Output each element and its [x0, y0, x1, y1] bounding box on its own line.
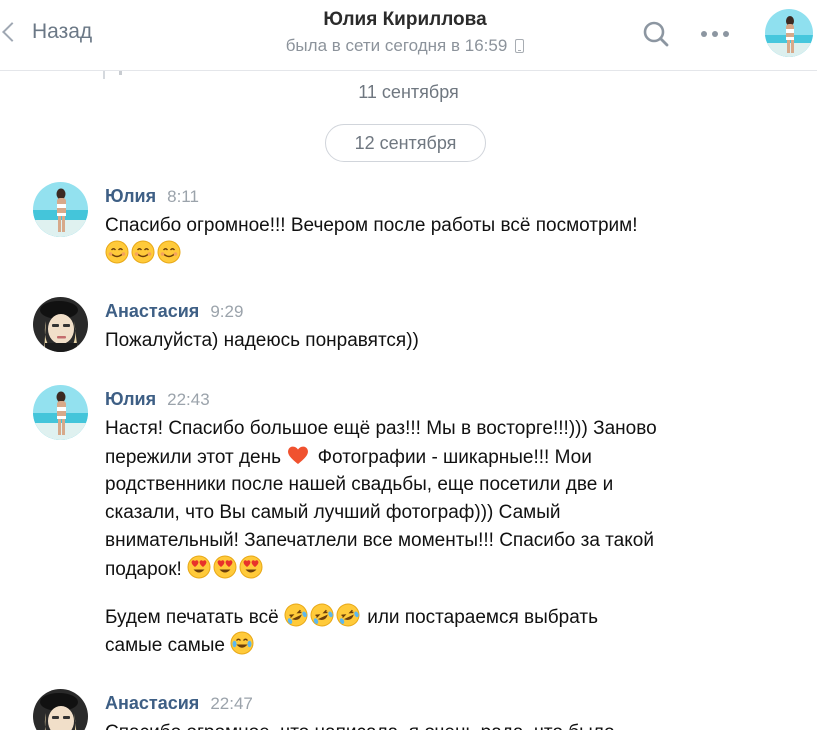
author-name[interactable]: Анастасия	[105, 301, 199, 322]
message-line-part: или постараемся выбрать	[367, 607, 599, 628]
author-name[interactable]: Анастасия	[105, 693, 199, 714]
message-line-part: Фотографии - шикарные!!! Мои	[317, 447, 592, 468]
heart-eyes-emoji	[213, 555, 237, 579]
message-line: сказали, что Вы самый лучший фотограф)))…	[105, 502, 561, 523]
message-line: родственники после нашей свадьбы, еще по…	[105, 474, 614, 495]
search-icon	[643, 21, 669, 47]
heart-eyes-emoji	[239, 555, 263, 579]
message-line: внимательный! Запечатлели все моменты!!!…	[105, 530, 654, 551]
message-header: Анастасия 22:47	[105, 693, 253, 714]
rofl-emoji	[336, 603, 360, 627]
avatar-yulia[interactable]	[33, 182, 88, 237]
back-label: Назад	[32, 20, 93, 43]
date-separator-previous: 11 сентября	[358, 82, 459, 102]
message-line: Спасибо огромное, что написала, я очень …	[105, 719, 705, 730]
message-line: пережили этот день Фотографии - шикарные…	[105, 443, 705, 471]
mobile-phone-icon	[515, 39, 525, 53]
rofl-emoji	[310, 603, 334, 627]
message-time: 22:43	[167, 390, 210, 409]
message-header: Анастасия 9:29	[105, 301, 243, 322]
message-line-part: пережили этот день	[105, 447, 282, 468]
chat-header: Назад Юлия Кириллова была в сети сегодня…	[0, 0, 817, 71]
back-chevron-icon	[2, 22, 22, 42]
avatar-anastasia[interactable]	[33, 689, 88, 730]
author-name[interactable]: Юлия	[105, 186, 156, 207]
chat-title-block[interactable]: Юлия Кириллова была в сети сегодня в 16:…	[200, 9, 610, 56]
more-icon-dot	[701, 31, 707, 37]
message-line: Будем печатать всё или постараемся выбра…	[105, 603, 705, 631]
message-line: Настя! Спасибо большое ещё раз!!! Мы в в…	[105, 418, 657, 439]
date-separator-current: 12 сентября	[325, 124, 486, 162]
more-icon-dot	[712, 31, 718, 37]
message-line-part: Будем печатать всё	[105, 607, 279, 628]
avatar-yulia[interactable]	[33, 385, 88, 440]
heart-eyes-emoji	[187, 555, 211, 579]
message-text: Спасибо огромное!!! Вечером после работы…	[105, 212, 705, 268]
message-line: подарок!	[105, 555, 705, 583]
message-line: Спасибо огромное!!! Вечером после работы…	[105, 215, 638, 236]
red-heart-emoji	[286, 443, 310, 467]
emoji-line	[105, 240, 705, 268]
contact-name: Юлия Кириллова	[323, 9, 487, 30]
back-button[interactable]: Назад	[0, 14, 92, 50]
avatar-anastasia[interactable]	[33, 297, 88, 352]
rofl-emoji	[284, 603, 308, 627]
smiling-face-emoji	[131, 240, 155, 264]
status-text: была в сети сегодня в 16:59	[285, 36, 508, 55]
smiling-face-emoji	[105, 240, 129, 264]
message-line: самые самые	[105, 631, 705, 659]
search-button[interactable]	[640, 18, 672, 50]
smiling-face-emoji	[157, 240, 181, 264]
message-time: 8:11	[167, 187, 199, 206]
message-line-part: подарок!	[105, 559, 182, 580]
message-time: 22:47	[210, 694, 253, 713]
message-line-part: самые самые	[105, 635, 225, 656]
message-header: Юлия 22:43	[105, 389, 210, 410]
author-name[interactable]: Юлия	[105, 389, 156, 410]
previous-message-tail	[103, 71, 125, 79]
message-text: Пожалуйста) надеюсь понравятся))	[105, 327, 705, 355]
more-icon-dot	[723, 31, 729, 37]
message-header: Юлия 8:11	[105, 186, 199, 207]
message-text: Спасибо огромное, что написала, я очень …	[105, 719, 705, 730]
header-avatar[interactable]	[765, 9, 813, 57]
message-time: 9:29	[210, 302, 244, 321]
contact-status: была в сети сегодня в 16:59	[200, 36, 610, 56]
message-text: Настя! Спасибо большое ещё раз!!! Мы в в…	[105, 415, 705, 659]
tears-of-joy-emoji	[230, 631, 254, 655]
more-button[interactable]	[697, 24, 733, 44]
message-line: Пожалуйста) надеюсь понравятся))	[105, 330, 419, 351]
